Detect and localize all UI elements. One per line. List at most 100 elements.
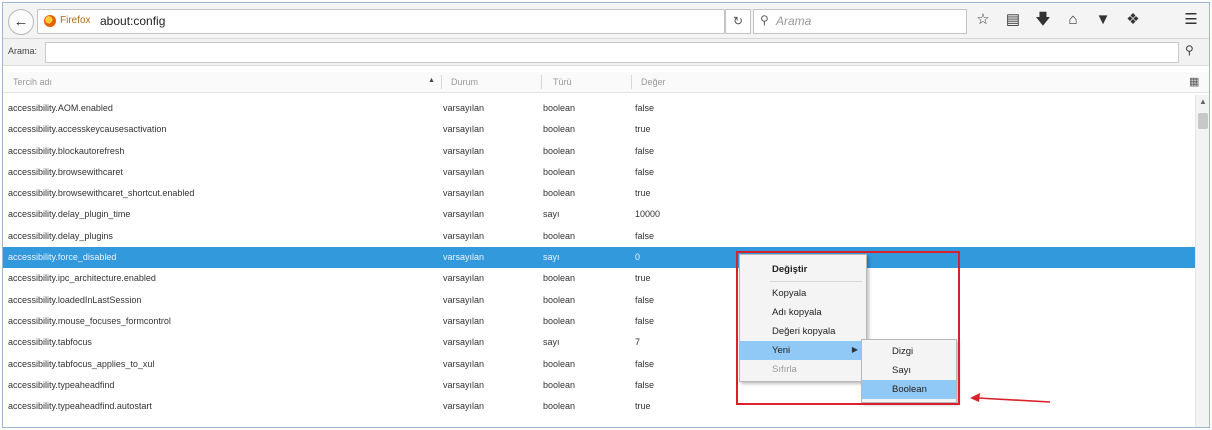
browser-window: ← Firefox about:config ↻ ⚲ Arama ☆ ▤ 🡇 ⌂… xyxy=(2,2,1210,428)
preference-status-cell: varsayılan xyxy=(443,294,485,305)
table-row[interactable]: accessibility.mouse_focuses_formcontrol v… xyxy=(3,311,1195,332)
preference-value-cell: true xyxy=(635,401,651,412)
sort-ascending-icon: ▲ xyxy=(428,77,435,84)
preference-status-cell: varsayılan xyxy=(443,379,485,390)
preference-name-cell: accessibility.accesskeycausesactivation xyxy=(8,124,167,135)
table-row[interactable]: accessibility.force_disabled varsayılan sa… xyxy=(3,247,1195,269)
preference-value-cell: false xyxy=(635,294,655,305)
preference-status-cell: varsayılan xyxy=(443,124,485,135)
table-row[interactable]: accessibility.delay_plugin_time varsayıla… xyxy=(3,204,1195,225)
preference-type-cell: boolean xyxy=(543,273,576,284)
preference-status-cell: varsayılan xyxy=(443,358,485,369)
preference-type-cell: boolean xyxy=(543,294,576,305)
preference-value-cell: false xyxy=(635,166,655,177)
preference-type-cell: boolean xyxy=(543,379,576,390)
preference-value-cell: 10000 xyxy=(635,209,661,220)
search-bar[interactable]: ⚲ Arama xyxy=(753,9,967,34)
preference-status-cell: varsayılan xyxy=(443,252,485,263)
column-value-header[interactable]: Değer xyxy=(641,77,666,87)
preference-name-cell: accessibility.browsewithcaret_shortcut.e… xyxy=(8,188,195,199)
column-divider[interactable] xyxy=(631,75,632,89)
url-bar[interactable]: Firefox about:config xyxy=(37,9,725,34)
table-row[interactable]: accessibility.tabfocus_applies_to_xul var… xyxy=(3,354,1195,375)
url-text[interactable]: about:config xyxy=(100,14,165,28)
firefox-logo-icon xyxy=(44,15,56,27)
preference-value-cell: false xyxy=(635,145,655,156)
preference-value-cell: false xyxy=(635,103,655,113)
preference-value-cell: true xyxy=(635,124,651,135)
preference-type-cell: boolean xyxy=(543,145,576,156)
pocket-icon[interactable]: ▼ xyxy=(1093,10,1113,30)
filter-search-icon[interactable]: ⚲ xyxy=(1185,43,1194,57)
table-row[interactable]: accessibility.loadedInLastSession varsayı… xyxy=(3,290,1195,311)
preference-name-cell: accessibility.tabfocus xyxy=(8,337,92,348)
download-icon[interactable]: 🡇 xyxy=(1033,10,1053,30)
preference-value-cell: 0 xyxy=(635,252,641,263)
table-row[interactable]: accessibility.accesskeycausesactivation v… xyxy=(3,119,1195,140)
filter-row: Arama: ⚲ xyxy=(3,39,1209,66)
scroll-thumb[interactable] xyxy=(1198,113,1208,129)
preference-value-cell: true xyxy=(635,273,651,284)
preference-value-cell: false xyxy=(635,358,655,369)
reload-icon[interactable]: ↻ xyxy=(725,9,751,34)
extension-icon[interactable]: ❖ xyxy=(1123,10,1143,30)
column-picker-icon[interactable]: ▦ xyxy=(1189,75,1199,88)
search-placeholder: Arama xyxy=(776,14,812,28)
preference-status-cell: varsayılan xyxy=(443,166,485,177)
filter-input[interactable] xyxy=(45,42,1179,63)
menu-icon[interactable]: ☰ xyxy=(1181,10,1201,30)
table-row[interactable]: accessibility.ipc_architecture.enabled va… xyxy=(3,268,1195,289)
identity-label: Firefox xyxy=(60,15,91,26)
preference-name-cell: accessibility.AOM.enabled xyxy=(8,103,113,113)
preference-type-cell: boolean xyxy=(543,315,576,326)
table-row[interactable]: accessibility.tabfocus varsayılan sayı 7 xyxy=(3,332,1195,353)
preference-name-cell: accessibility.mouse_focuses_formcontrol xyxy=(8,315,171,326)
preference-status-cell: varsayılan xyxy=(443,188,485,199)
preference-value-cell: false xyxy=(635,379,655,390)
preference-name-cell: accessibility.tabfocus_applies_to_xul xyxy=(8,358,155,369)
annotation-highlight-box xyxy=(736,251,960,405)
preference-status-cell: varsayılan xyxy=(443,337,485,348)
preference-type-cell: sayı xyxy=(543,337,560,348)
preference-value-cell: 7 xyxy=(635,337,641,348)
table-row[interactable]: accessibility.delay_plugins varsayılan boo… xyxy=(3,226,1195,247)
preference-status-cell: varsayılan xyxy=(443,145,485,156)
table-row[interactable]: accessibility.browsewithcaret_shortcut.e… xyxy=(3,183,1195,204)
back-arrow-icon[interactable]: ← xyxy=(8,9,34,35)
column-type-header[interactable]: Türü xyxy=(553,77,572,87)
preference-type-cell: boolean xyxy=(543,230,576,241)
annotation-arrow-icon xyxy=(970,393,1051,403)
preferences-list: accessibility.AOM.enabled varsayılan boole… xyxy=(3,98,1195,417)
preference-type-cell: sayı xyxy=(543,252,560,263)
preference-status-cell: varsayılan xyxy=(443,315,485,326)
scroll-up-icon[interactable]: ▲ xyxy=(1199,97,1207,106)
bookmark-star-icon[interactable]: ☆ xyxy=(973,10,993,30)
reading-list-icon[interactable]: ▤ xyxy=(1003,10,1023,30)
table-row[interactable]: accessibility.browsewithcaret varsayılan b… xyxy=(3,162,1195,183)
preference-status-cell: varsayılan xyxy=(443,230,485,241)
table-row[interactable]: accessibility.blockautorefresh varsayılan… xyxy=(3,141,1195,162)
column-status-header[interactable]: Durum xyxy=(451,77,478,87)
preference-status-cell: varsayılan xyxy=(443,401,485,412)
column-divider[interactable] xyxy=(541,75,542,89)
preference-status-cell: varsayılan xyxy=(443,273,485,284)
filter-label: Arama: xyxy=(8,46,38,56)
preference-value-cell: false xyxy=(635,315,655,326)
preference-type-cell: boolean xyxy=(543,124,576,135)
search-icon: ⚲ xyxy=(760,13,769,27)
table-row[interactable]: accessibility.AOM.enabled varsayılan boole… xyxy=(3,98,1195,119)
preference-name-cell: accessibility.blockautorefresh xyxy=(8,145,125,156)
preference-name-cell: accessibility.typeaheadfind.autostart xyxy=(8,401,152,412)
preference-status-cell: varsayılan xyxy=(443,209,485,220)
preference-type-cell: boolean xyxy=(543,166,576,177)
preference-name-cell: accessibility.delay_plugins xyxy=(8,230,113,241)
preference-name-cell: accessibility.force_disabled xyxy=(8,252,117,263)
column-header: Tercih adı ▲ Durum Türü Değer ▦ xyxy=(3,72,1209,93)
column-name-header[interactable]: Tercih adı xyxy=(13,77,52,87)
preference-name-cell: accessibility.loadedInLastSession xyxy=(8,294,142,305)
vertical-scrollbar[interactable]: ▲ xyxy=(1195,95,1209,427)
preference-type-cell: sayı xyxy=(543,209,560,220)
column-divider[interactable] xyxy=(441,75,442,89)
preference-type-cell: boolean xyxy=(543,358,576,369)
home-icon[interactable]: ⌂ xyxy=(1063,10,1083,30)
